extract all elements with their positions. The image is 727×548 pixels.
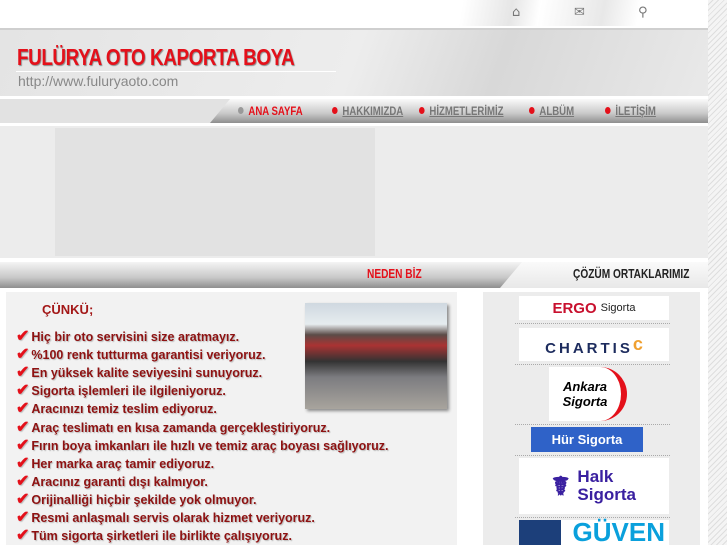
mail-icon[interactable]: ✉ [574,5,585,20]
partner-hur[interactable]: Hür Sigorta [531,427,643,452]
nav-iletisim[interactable]: İLETİŞİM [605,104,656,118]
checkmark-icon: ✔ [16,436,30,454]
bullet-icon [332,107,338,114]
bullet-icon [605,107,611,114]
checkmark-icon: ✔ [16,472,30,490]
checkmark-icon: ✔ [16,400,30,418]
partner-halk[interactable]: ☤ Halk Sigorta [519,458,669,514]
section-title-neden-biz: NEDEN BİZ [367,266,422,281]
reason-item: ✔ Resmi anlaşmalı servis olarak hizmet ve… [16,509,315,526]
bullet-icon [529,107,535,114]
partners-panel: ERGO Sigorta CHARTIS c Ankara Sigorta Hür S… [483,292,700,547]
nav-hakkimizda[interactable]: HAKKIMIZDA [332,104,403,118]
banner [0,126,708,258]
site-url: http://www.fuluryaoto.com [18,73,179,89]
home-icon[interactable]: ⌂ [512,5,520,20]
reason-item: ✔ %100 renk tutturma garantisi veriyoruz. [16,346,266,364]
checkmark-icon: ✔ [16,364,30,382]
header: FULÜRYA OTO KAPORTA BOYA http://www.fulu… [0,28,708,96]
checkmark-icon: ✔ [16,509,30,526]
page-edge [708,0,727,545]
shop-photo [305,303,447,409]
bullet-icon [419,107,425,114]
reason-item: ✔ En yüksek kalite seviyesini sunuyoruz. [16,364,263,382]
reason-item: ✔ Orijinalliği hiçbir şekilde yok olmuyor… [16,490,257,508]
nav-ana-sayfa[interactable]: ANA SAYFA [238,104,303,118]
search-icon[interactable]: ⚲ [638,5,648,20]
reason-item: ✔ Araç teslimatı en kısa zamanda gerçekle… [16,418,331,436]
reason-item: ✔ Her marka araç tamir ediyoruz. [16,454,215,472]
partner-chartis[interactable]: CHARTIS c [519,328,669,361]
checkmark-icon: ✔ [16,418,30,436]
partner-ankara[interactable]: Ankara Sigorta [549,367,627,421]
top-bar: ⌂ ✉ ⚲ [0,0,708,26]
partner-guven[interactable]: GÜVEN [519,517,669,547]
bullet-icon [238,107,244,114]
main-nav: ANA SAYFA HAKKIMIZDA HİZMETLERİMİZ ALBÜM… [0,99,708,123]
nav-hizmetlerimiz[interactable]: HİZMETLERİMİZ [419,104,504,118]
reason-item: ✔ Hiç bir oto servisini size aratmayız. [16,328,240,345]
partner-ergo[interactable]: ERGO Sigorta [519,296,669,320]
checkmark-icon: ✔ [16,328,30,345]
reason-item: ✔ Aracınız garanti dışı kalmıyor. [16,472,208,490]
reasons-heading: ÇÜNKÜ; [42,302,94,317]
checkmark-icon: ✔ [16,490,30,508]
reason-item: ✔ Fırın boya imkanları ile hızlı ve temiz… [16,436,389,454]
reason-item: ✔ Aracınızı temiz teslim ediyoruz. [16,400,217,418]
checkmark-icon: ✔ [16,454,30,472]
section-title-partners: ÇÖZÜM ORTAKLARIMIZ [573,266,690,281]
reason-item: ✔ Sigorta işlemleri ile ilgileniyoruz. [16,382,226,400]
checkmark-icon: ✔ [16,346,30,364]
site-title[interactable]: FULÜRYA OTO KAPORTA BOYA [17,44,295,71]
checkmark-icon: ✔ [16,382,30,400]
divider [16,71,336,72]
nav-album[interactable]: ALBÜM [529,104,574,118]
checkmark-icon: ✔ [16,527,30,545]
reasons-panel: ÇÜNKÜ; ✔ Hiç bir oto servisini size aratm… [6,292,457,545]
reason-item: ✔ Tüm sigorta şirketleri ile birlikte çal… [16,527,292,545]
